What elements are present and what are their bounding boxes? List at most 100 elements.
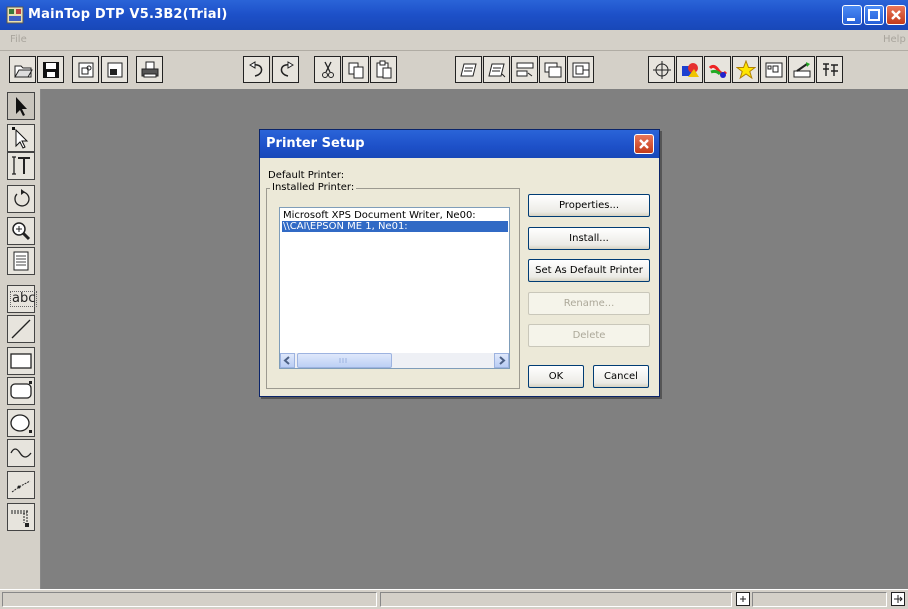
ellipse-icon: [10, 414, 32, 433]
rounded-rectangle-icon: [10, 381, 32, 399]
group-button[interactable]: [567, 56, 594, 83]
window-title: MainTop DTP V5.3B2(Trial): [28, 7, 228, 22]
line-tool[interactable]: [7, 315, 35, 343]
document-setup-button[interactable]: [101, 56, 128, 83]
arrange-button[interactable]: [539, 56, 566, 83]
chevron-right-icon: [499, 356, 506, 365]
status-field-right: [752, 592, 887, 607]
menu-help[interactable]: Help: [883, 34, 906, 45]
properties-button[interactable]: Properties...: [528, 194, 650, 217]
text-frame-icon: [13, 251, 29, 271]
scroll-right-button[interactable]: [494, 353, 509, 368]
menu-file[interactable]: File: [10, 34, 27, 45]
crosshair-icon: [653, 61, 671, 79]
maximize-button[interactable]: [864, 5, 884, 25]
rectangle-tool[interactable]: [7, 347, 35, 375]
move-button[interactable]: [648, 56, 675, 83]
default-printer-label: Default Printer:: [268, 170, 345, 181]
close-icon: [639, 139, 649, 149]
zoom-icon: [12, 222, 31, 241]
paste-button[interactable]: [370, 56, 397, 83]
undo-button[interactable]: [243, 56, 270, 83]
curve-tool[interactable]: [7, 439, 35, 467]
status-move-icon[interactable]: [891, 592, 905, 606]
status-bar: [0, 589, 908, 609]
zoom-tool[interactable]: [7, 217, 35, 245]
frame-tool[interactable]: [7, 247, 35, 275]
installed-printer-label: Installed Printer:: [270, 182, 357, 193]
polyline-tool[interactable]: [7, 471, 35, 499]
abc-text-icon: abc: [10, 291, 38, 307]
save-disk-icon: [43, 62, 59, 78]
table-icon: [11, 510, 29, 527]
ellipse-tool[interactable]: [7, 409, 35, 437]
cut-button[interactable]: [314, 56, 341, 83]
arrow-pointer-icon: [16, 97, 27, 116]
rectangle-icon: [10, 353, 32, 369]
rotate-icon: [14, 189, 30, 207]
copy-icon: [348, 62, 364, 79]
printer-setup-dialog: Printer Setup Default Printer: Installed…: [259, 129, 660, 397]
table-tool[interactable]: [7, 503, 35, 531]
select-tool[interactable]: [7, 92, 35, 120]
app-icon: [6, 6, 24, 24]
rename-button: Rename...: [528, 292, 650, 315]
color-button[interactable]: [704, 56, 731, 83]
status-field-left: [2, 592, 377, 607]
listbox-horizontal-scrollbar[interactable]: [280, 353, 509, 368]
star-button[interactable]: [732, 56, 759, 83]
scroll-thumb[interactable]: [297, 353, 392, 368]
shapes-color-icon: [682, 63, 699, 77]
text-symbol-button[interactable]: [816, 56, 843, 83]
scissors-icon: [322, 61, 334, 78]
rounded-rect-tool[interactable]: [7, 377, 35, 405]
text-frame-button[interactable]: [455, 56, 482, 83]
printer-icon: [141, 61, 159, 78]
main-toolbar: [0, 51, 908, 89]
align-button[interactable]: [511, 56, 538, 83]
dialog-titlebar[interactable]: Printer Setup: [260, 130, 659, 158]
redo-icon: [280, 61, 294, 77]
ok-button[interactable]: OK: [528, 365, 584, 388]
dialog-title: Printer Setup: [266, 136, 365, 151]
rotate-tool[interactable]: [7, 185, 35, 213]
window-titlebar[interactable]: MainTop DTP V5.3B2(Trial): [0, 0, 908, 30]
printer-list-item[interactable]: Microsoft XPS Document Writer, Ne00:: [282, 210, 476, 221]
text-tool[interactable]: [7, 152, 35, 180]
polyline-icon: [11, 480, 31, 493]
minimize-button[interactable]: [842, 5, 862, 25]
scroll-left-button[interactable]: [280, 353, 295, 368]
color-stroke-icon: [708, 64, 728, 78]
line-icon: [11, 319, 31, 339]
dialog-close-button[interactable]: [634, 134, 654, 154]
map-button[interactable]: [760, 56, 787, 83]
printer-listbox[interactable]: Microsoft XPS Document Writer, Ne00: \\C…: [279, 207, 510, 369]
print-button[interactable]: [136, 56, 163, 83]
open-button[interactable]: [9, 56, 36, 83]
cancel-button[interactable]: Cancel: [593, 365, 649, 388]
text-box-tool[interactable]: abc: [7, 285, 38, 313]
install-button[interactable]: Install...: [528, 227, 650, 250]
set-default-printer-button[interactable]: Set As Default Printer: [528, 259, 650, 282]
direct-select-tool[interactable]: [7, 124, 35, 152]
redo-button[interactable]: [272, 56, 299, 83]
status-zoom-icon[interactable]: [736, 592, 750, 606]
import-button[interactable]: [788, 56, 815, 83]
hollow-pointer-icon: [12, 127, 29, 149]
open-folder-icon: [14, 65, 33, 78]
wave-icon: [10, 448, 32, 458]
text-cursor-icon: [12, 156, 30, 175]
delete-button: Delete: [528, 324, 650, 347]
chevron-left-icon: [283, 356, 290, 365]
image-button[interactable]: [676, 56, 703, 83]
printer-list-item-selected[interactable]: \\CAI\EPSON ME 1, Ne01:: [282, 221, 508, 232]
star-icon: [736, 60, 756, 80]
close-button[interactable]: [886, 5, 906, 25]
page-setup-button[interactable]: [72, 56, 99, 83]
save-button[interactable]: [37, 56, 64, 83]
tool-palette: abc: [0, 89, 41, 589]
copy-button[interactable]: [342, 56, 369, 83]
clipboard-icon: [376, 60, 392, 79]
menu-bar: File Help: [0, 30, 908, 51]
text-flow-button[interactable]: [483, 56, 510, 83]
